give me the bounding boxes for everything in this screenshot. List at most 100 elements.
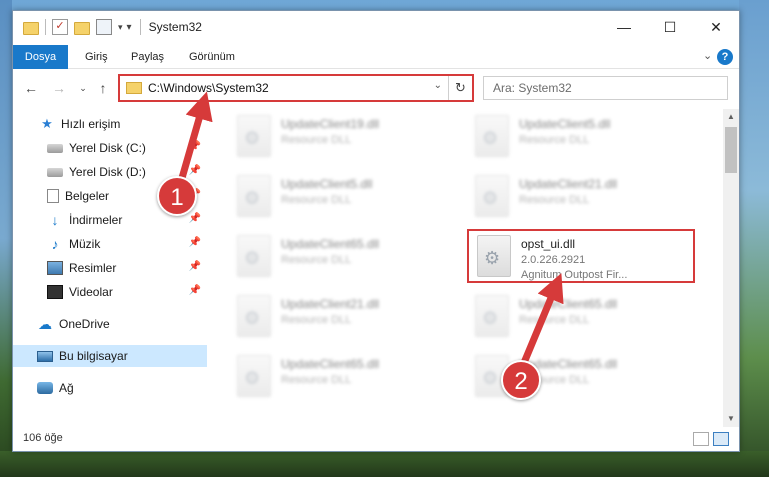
- navigation-pane: ★ Hızlı erişim Yerel Disk (C:) 📌 Yerel D…: [13, 109, 207, 427]
- file-description: Resource DLL: [519, 194, 590, 206]
- expand-ribbon-icon[interactable]: ⌄: [703, 49, 712, 62]
- details-view-icon[interactable]: [693, 432, 709, 446]
- back-button[interactable]: ←: [21, 78, 41, 98]
- file-item[interactable]: UpdateClient21.dll Resource DLL: [467, 171, 695, 225]
- sidebar-item-label: Bu bilgisayar: [59, 349, 128, 363]
- file-description: Resource DLL: [519, 314, 590, 326]
- dll-file-icon: [237, 115, 271, 157]
- desktop-wallpaper-left: [0, 0, 12, 477]
- file-item[interactable]: UpdateClient21.dll Resource DLL: [229, 291, 457, 345]
- folder-icon: [23, 21, 39, 35]
- properties-check-icon[interactable]: ✓: [52, 19, 68, 35]
- file-item[interactable]: UpdateClient65.dll Resource DLL: [229, 231, 457, 285]
- computer-icon: [37, 350, 53, 362]
- file-description: Resource DLL: [281, 254, 352, 266]
- network-icon: [37, 382, 53, 394]
- documents-icon: [47, 189, 59, 203]
- desktop-wallpaper-right: [739, 0, 769, 477]
- recent-locations-button[interactable]: ⌄: [73, 78, 93, 98]
- sidebar-item-music[interactable]: ♪ Müzik 📌: [13, 233, 207, 255]
- sidebar-item-onedrive[interactable]: ☁ OneDrive: [13, 313, 207, 335]
- window-title: System32: [148, 20, 202, 34]
- tab-file[interactable]: Dosya: [13, 45, 68, 69]
- scroll-thumb[interactable]: [725, 127, 737, 173]
- forward-button[interactable]: →: [49, 78, 69, 98]
- dll-file-icon: [237, 355, 271, 397]
- annotation-badge-1: 1: [157, 176, 197, 216]
- sidebar-item-network[interactable]: Ağ: [13, 377, 207, 399]
- file-version: 2.0.226.2921: [521, 254, 586, 266]
- file-name: UpdateClient21.dll: [519, 177, 618, 191]
- dll-file-icon: [237, 175, 271, 217]
- file-name: UpdateClient65.dll: [519, 297, 618, 311]
- file-item-opst-ui-dll[interactable]: opst_ui.dll 2.0.226.2921 Agnitum Outpost…: [467, 229, 695, 283]
- star-icon: ★: [41, 116, 53, 131]
- download-icon: ↓: [51, 212, 59, 228]
- sidebar-item-quick-access[interactable]: ★ Hızlı erişim: [13, 113, 207, 135]
- chevron-down-icon[interactable]: ⌄: [434, 80, 442, 91]
- maximize-button[interactable]: ☐: [647, 11, 693, 43]
- sidebar-item-videos[interactable]: Videolar 📌: [13, 281, 207, 303]
- ribbon-tabs: Dosya Giriş Paylaş Görünüm ⌄ ?: [13, 45, 739, 69]
- sidebar-item-label: İndirmeler: [69, 213, 123, 227]
- file-description: Resource DLL: [519, 134, 590, 146]
- videos-icon: [47, 285, 63, 299]
- search-input[interactable]: [484, 77, 727, 99]
- pin-icon: 📌: [188, 213, 201, 224]
- desktop-wallpaper-bottom: [0, 451, 769, 477]
- large-icons-view-icon[interactable]: [713, 432, 729, 446]
- dll-file-icon: [237, 235, 271, 277]
- file-name: UpdateClient5.dll: [519, 117, 611, 131]
- file-item[interactable]: UpdateClient19.dll Resource DLL: [229, 111, 457, 165]
- file-item[interactable]: UpdateClient5.dll Resource DLL: [229, 171, 457, 225]
- status-bar: 106 öğe: [13, 428, 739, 451]
- dll-file-icon: [237, 295, 271, 337]
- sidebar-item-label: Yerel Disk (D:): [69, 165, 146, 179]
- sidebar-item-label: Hızlı erişim: [61, 117, 121, 131]
- tab-share[interactable]: Paylaş: [119, 45, 176, 69]
- address-path[interactable]: C:\Windows\System32: [148, 81, 269, 95]
- scroll-up-arrow-icon[interactable]: ▲: [723, 109, 739, 125]
- sidebar-item-pictures[interactable]: Resimler 📌: [13, 257, 207, 279]
- item-count: 106 öğe: [23, 432, 63, 444]
- sidebar-item-label: Videolar: [69, 285, 113, 299]
- file-description: Resource DLL: [281, 314, 352, 326]
- up-button[interactable]: ↑: [93, 78, 113, 98]
- file-description: Resource DLL: [281, 194, 352, 206]
- toolbar-separator: [139, 19, 141, 35]
- drive-icon: [47, 167, 63, 177]
- file-item[interactable]: UpdateClient65.dll Resource DLL: [229, 351, 457, 405]
- customize-toolbar-icon[interactable]: ▾: [127, 22, 132, 33]
- file-item[interactable]: UpdateClient65.dll Resource DLL: [467, 291, 695, 345]
- properties-icon[interactable]: [96, 19, 112, 35]
- file-name: opst_ui.dll: [521, 237, 576, 251]
- cloud-icon: ☁: [38, 316, 52, 332]
- annotation-badge-2: 2: [501, 360, 541, 400]
- dll-file-icon: [475, 295, 509, 337]
- help-icon[interactable]: ?: [717, 49, 733, 65]
- file-list: UpdateClient19.dll Resource DLL UpdateCl…: [209, 109, 721, 427]
- minimize-button[interactable]: —: [601, 11, 647, 43]
- sidebar-item-label: Resimler: [69, 261, 117, 275]
- file-description: Resource DLL: [281, 134, 352, 146]
- tab-home[interactable]: Giriş: [73, 45, 120, 69]
- vertical-scrollbar[interactable]: ▲ ▼: [723, 109, 739, 427]
- file-description: Resource DLL: [281, 374, 352, 386]
- pin-icon: 📌: [188, 261, 201, 272]
- tab-view[interactable]: Görünüm: [177, 45, 247, 69]
- search-box[interactable]: [483, 76, 728, 100]
- file-name: UpdateClient65.dll: [281, 357, 380, 371]
- sidebar-item-this-pc[interactable]: Bu bilgisayar: [13, 345, 207, 367]
- refresh-button[interactable]: ↻: [448, 76, 472, 100]
- file-item[interactable]: UpdateClient5.dll Resource DLL: [467, 111, 695, 165]
- dll-file-icon: [475, 115, 509, 157]
- pin-icon: 📌: [188, 285, 201, 296]
- address-bar[interactable]: C:\Windows\System32 ⌄ ↻: [118, 74, 474, 102]
- new-folder-icon[interactable]: [74, 21, 90, 35]
- close-button[interactable]: ✕: [693, 11, 739, 43]
- customize-toolbar-icon[interactable]: ▾: [118, 22, 123, 33]
- sidebar-item-label: Yerel Disk (C:): [69, 141, 146, 155]
- sidebar-item-local-disk-c[interactable]: Yerel Disk (C:) 📌: [13, 137, 207, 159]
- navigation-bar: ← → ⌄ ↑ C:\Windows\System32 ⌄ ↻: [13, 70, 739, 106]
- scroll-down-arrow-icon[interactable]: ▼: [723, 411, 739, 427]
